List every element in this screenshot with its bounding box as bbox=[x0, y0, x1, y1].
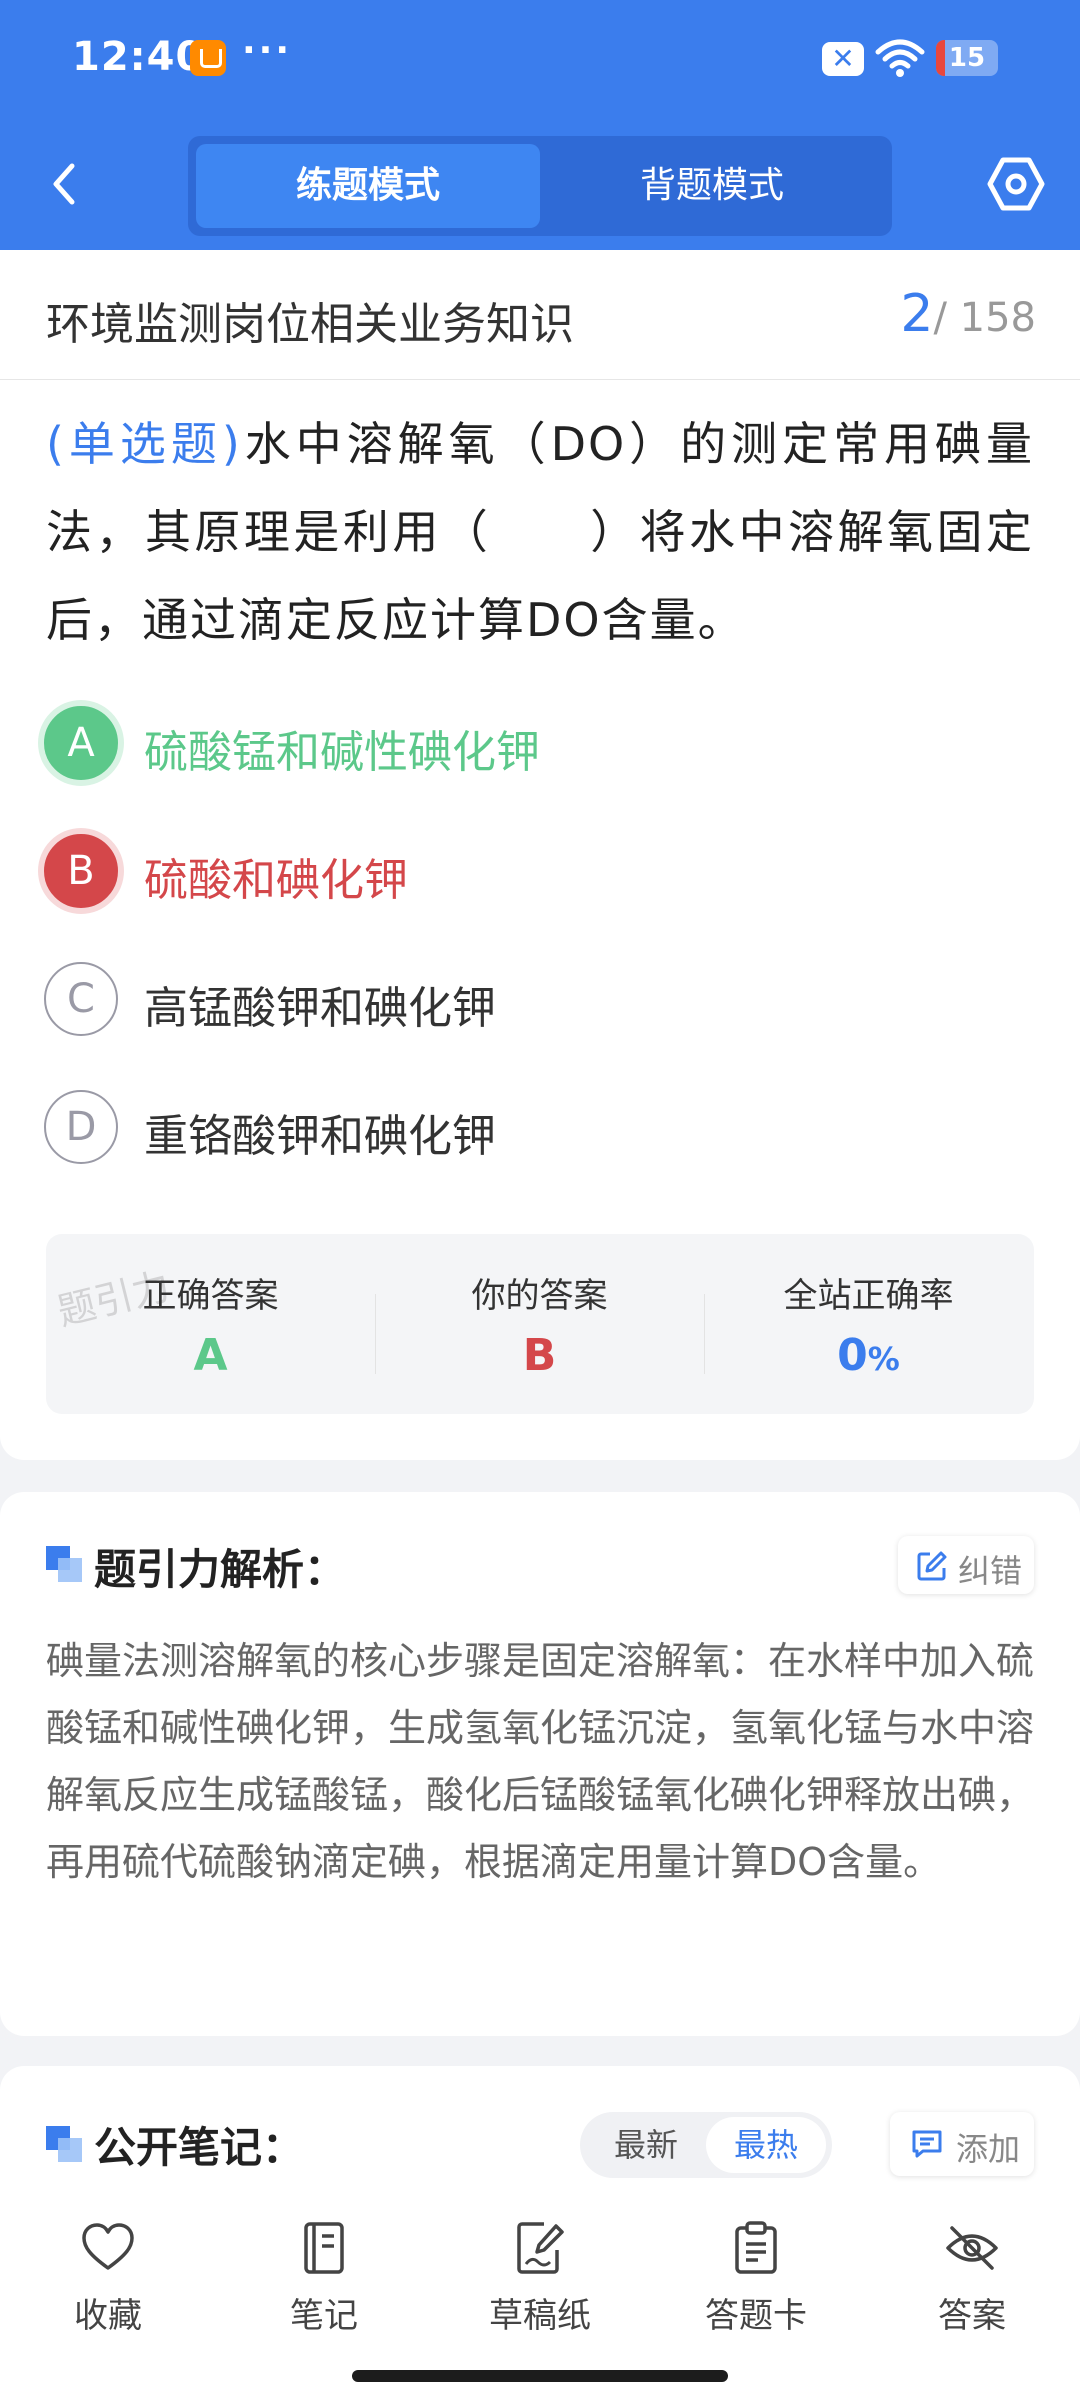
analysis-card: 题引力解析： 纠错 碘量法测溶解氧的核心步骤是固定溶解氧：在水样中加入硫酸锰和碱… bbox=[0, 1492, 1080, 2036]
section-squares-icon bbox=[46, 1546, 84, 1584]
sort-newest[interactable]: 最新 bbox=[586, 2117, 706, 2173]
add-note-button[interactable]: 添加 bbox=[890, 2112, 1034, 2176]
draft-pencil-icon bbox=[517, 2222, 564, 2274]
notes-button[interactable]: 笔记 bbox=[234, 2220, 414, 2350]
sort-hottest[interactable]: 最热 bbox=[706, 2117, 826, 2173]
question-stem: (单选题)水中溶解氧（DO）的测定常用碘量法，其原理是利用（ ）将水中溶解氧固定… bbox=[46, 400, 1034, 664]
notes-label: 笔记 bbox=[290, 2296, 358, 2336]
edit-icon bbox=[917, 1551, 947, 1581]
option-d[interactable]: D 重铬酸钾和碘化钾 bbox=[40, 1082, 1040, 1172]
question-progress: 2/ 158 bbox=[900, 284, 1036, 344]
option-a-letter: A bbox=[44, 706, 118, 780]
notebook-icon bbox=[304, 2222, 344, 2274]
option-c-text: 高锰酸钾和碘化钾 bbox=[144, 983, 496, 1034]
current-question-number: 2 bbox=[900, 284, 934, 344]
analysis-title: 题引力解析： bbox=[94, 1545, 347, 1594]
favorite-label: 收藏 bbox=[74, 2296, 142, 2336]
battery-icon: 15 bbox=[936, 40, 998, 76]
back-arrow-icon[interactable] bbox=[40, 154, 90, 214]
question-card: 环境监测岗位相关业务知识 2/ 158 (单选题)水中溶解氧（DO）的测定常用碘… bbox=[0, 250, 1080, 1460]
option-c-letter: C bbox=[44, 962, 118, 1036]
favorite-button[interactable]: 收藏 bbox=[18, 2220, 198, 2350]
add-note-label: 添加 bbox=[956, 2130, 1021, 2168]
correct-answer-label: 正确答案 bbox=[142, 1276, 279, 1316]
option-a-text: 硫酸锰和碱性碘化钾 bbox=[144, 727, 540, 778]
comment-icon bbox=[912, 2130, 942, 2158]
question-bank-header: 环境监测岗位相关业务知识 2/ 158 bbox=[0, 250, 1080, 380]
eye-off-icon bbox=[946, 2226, 998, 2270]
battery-level: 15 bbox=[948, 43, 986, 73]
close-box-icon: ✕ bbox=[822, 42, 864, 76]
your-answer-label: 你的答案 bbox=[471, 1276, 608, 1316]
draft-paper-label: 草稿纸 bbox=[489, 2296, 591, 2336]
question-bank-title: 环境监测岗位相关业务知识 bbox=[46, 299, 574, 350]
tab-practice-mode[interactable]: 练题模式 bbox=[196, 144, 540, 228]
option-b-letter: B bbox=[44, 834, 118, 908]
heart-icon bbox=[82, 2223, 134, 2270]
your-answer: 你的答案 B bbox=[375, 1234, 704, 1414]
option-b-text: 硫酸和碘化钾 bbox=[144, 855, 408, 906]
answer-card-label: 答题卡 bbox=[705, 2296, 807, 2336]
status-bar: 12:40 ··· ✕ 15 bbox=[0, 0, 1080, 120]
mode-switch: 练题模式 背题模式 bbox=[188, 136, 892, 236]
tab-memorize-mode[interactable]: 背题模式 bbox=[540, 144, 884, 228]
status-time: 12:40 bbox=[72, 34, 205, 80]
top-header: 12:40 ··· ✕ 15 练题模式 背题模式 bbox=[0, 0, 1080, 250]
analysis-text: 碘量法测溶解氧的核心步骤是固定溶解氧：在水样中加入硫酸锰和碱性碘化钾，生成氢氧化… bbox=[46, 1639, 1035, 1884]
option-d-letter: D bbox=[44, 1090, 118, 1164]
answer-card-button[interactable]: 答题卡 bbox=[666, 2220, 846, 2350]
site-accuracy-number: 0 bbox=[837, 1330, 868, 1381]
your-answer-value: B bbox=[522, 1330, 557, 1381]
notes-sort-toggle: 最新 最热 bbox=[580, 2112, 832, 2178]
section-squares-icon bbox=[46, 2126, 84, 2164]
answer-summary: 题引力 正确答案 A 你的答案 B 全站正确率 0% bbox=[46, 1234, 1034, 1414]
bottom-toolbar: 收藏 笔记 草稿纸 答题卡 答案 bbox=[0, 2190, 1080, 2400]
site-accuracy-label: 全站正确率 bbox=[783, 1276, 954, 1316]
correct-answer: 正确答案 A bbox=[46, 1234, 375, 1414]
option-c[interactable]: C 高锰酸钾和碘化钾 bbox=[40, 954, 1040, 1044]
site-accuracy-unit: % bbox=[867, 1340, 900, 1378]
public-notes-title: 公开笔记： bbox=[94, 2123, 305, 2172]
site-accuracy-value: 0% bbox=[704, 1330, 1033, 1381]
total-questions: / 158 bbox=[933, 295, 1036, 341]
show-answer-button[interactable]: 答案 bbox=[882, 2220, 1062, 2350]
show-answer-label: 答案 bbox=[938, 2296, 1006, 2336]
option-d-text: 重铬酸钾和碘化钾 bbox=[144, 1111, 496, 1162]
correct-answer-value: A bbox=[193, 1330, 228, 1381]
settings-hexagon-icon[interactable] bbox=[986, 154, 1046, 214]
site-accuracy: 全站正确率 0% bbox=[704, 1234, 1033, 1414]
home-indicator[interactable] bbox=[352, 2370, 728, 2382]
wifi-icon bbox=[875, 39, 925, 77]
nav-bar: 练题模式 背题模式 bbox=[0, 130, 1080, 240]
clipboard-icon bbox=[735, 2221, 777, 2274]
question-type: (单选题) bbox=[46, 417, 242, 471]
option-b[interactable]: B 硫酸和碘化钾 bbox=[40, 826, 1040, 916]
draft-paper-button[interactable]: 草稿纸 bbox=[450, 2220, 630, 2350]
shopping-bag-icon bbox=[190, 40, 226, 76]
report-error-button[interactable]: 纠错 bbox=[898, 1536, 1034, 1594]
more-notifications-icon: ··· bbox=[242, 30, 293, 71]
report-error-label: 纠错 bbox=[958, 1552, 1023, 1590]
option-a[interactable]: A 硫酸锰和碱性碘化钾 bbox=[40, 698, 1040, 788]
